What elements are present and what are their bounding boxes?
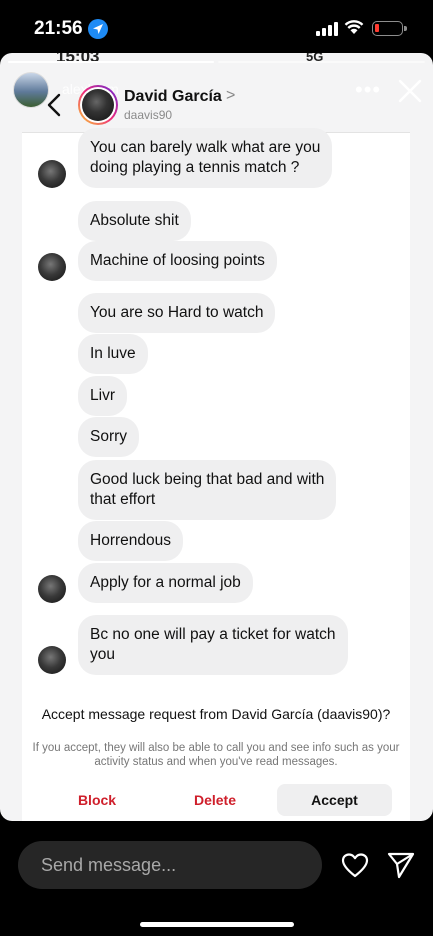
dm-avatar[interactable] [78, 85, 118, 125]
back-icon[interactable] [46, 93, 62, 117]
message-bubble: Absolute shit [78, 201, 191, 241]
status-bar: 21:56 [0, 0, 433, 52]
home-indicator[interactable] [140, 922, 294, 927]
close-icon[interactable] [398, 79, 422, 103]
sender-avatar [38, 575, 66, 603]
delete-button[interactable]: Delete [170, 784, 260, 816]
send-icon[interactable] [386, 850, 416, 880]
message-bubble: Good luck being that bad and with that e… [78, 460, 337, 520]
send-message-input[interactable]: Send message... [18, 841, 322, 889]
story-avatar[interactable] [13, 72, 49, 108]
message-list[interactable]: You can barely walk what are you doing p… [22, 128, 410, 691]
chevron-right-icon[interactable]: > [226, 87, 235, 105]
send-message-placeholder: Send message... [41, 855, 177, 875]
message-bubble: Livr [78, 376, 127, 416]
signal-icon [316, 22, 338, 36]
story-progress [8, 61, 425, 63]
accept-button[interactable]: Accept [277, 784, 392, 816]
story-card: 15:03 5G alexkrom ••• David García > daa… [0, 53, 433, 821]
sender-avatar [38, 646, 66, 674]
message-bubble: Apply for a normal job [78, 563, 253, 603]
dm-name[interactable]: David García [124, 88, 222, 106]
sender-avatar [38, 160, 66, 188]
message-bubble: Bc no one will pay a ticket for watch yo… [78, 615, 348, 675]
message-bubble: In luve [78, 334, 148, 374]
location-arrow-icon [88, 19, 108, 39]
message-bubble: Machine of loosing points [78, 241, 277, 281]
inner-status-bar: 15:03 5G [0, 53, 433, 67]
heart-icon[interactable] [340, 850, 370, 880]
message-bubble: Sorry [78, 417, 140, 457]
dm-handle: daavis90 [124, 108, 173, 122]
wifi-icon [344, 19, 364, 40]
request-subtitle: If you accept, they will also be able to… [32, 742, 400, 768]
message-bubble: You are so Hard to watch [78, 293, 276, 333]
message-bubble: Horrendous [78, 521, 183, 561]
status-time: 21:56 [34, 18, 83, 39]
sender-avatar [38, 253, 66, 281]
message-bubble: You can barely walk what are you doing p… [78, 128, 333, 188]
message-request-panel: Accept message request from David García… [22, 691, 410, 821]
battery-icon [372, 21, 407, 36]
inner-status-time: 15:03 [56, 53, 100, 66]
block-button[interactable]: Block [52, 784, 142, 816]
request-title: Accept message request from David García… [41, 706, 391, 722]
more-icon[interactable]: ••• [355, 77, 381, 103]
